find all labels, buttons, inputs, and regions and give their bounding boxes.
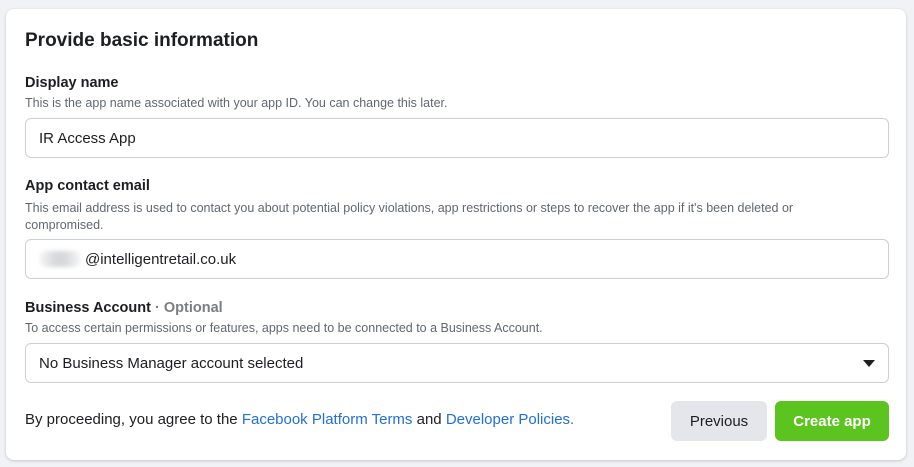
redacted-email-name — [39, 251, 81, 267]
platform-terms-link[interactable]: Facebook Platform Terms — [242, 411, 413, 428]
display-name-help: This is the app name associated with you… — [25, 96, 448, 110]
contact-email-domain: @intelligentretail.co.uk — [85, 250, 237, 268]
and-text: and — [412, 411, 446, 428]
contact-email-label: App contact email — [25, 178, 150, 194]
business-account-label: Business Account · Optional — [25, 300, 223, 316]
create-app-button[interactable]: Create app — [775, 401, 889, 441]
contact-email-input[interactable]: @intelligentretail.co.uk — [25, 239, 889, 279]
display-name-label: Display name — [25, 75, 119, 91]
contact-email-help: This email address is used to contact yo… — [25, 201, 794, 232]
previous-button[interactable]: Previous — [671, 401, 767, 441]
form-title: Provide basic information — [25, 30, 259, 51]
optional-tag: · Optional — [155, 300, 223, 316]
terms-agreement: By proceeding, you agree to the Facebook… — [25, 411, 574, 428]
caret-down-icon — [863, 359, 875, 367]
agree-prefix: By proceeding, you agree to the — [25, 411, 242, 428]
display-name-value: IR Access App — [39, 129, 136, 147]
business-account-selected: No Business Manager account selected — [39, 354, 304, 372]
developer-policies-link[interactable]: Developer Policies. — [446, 411, 574, 428]
basic-info-card: Provide basic information Display name T… — [6, 9, 906, 460]
business-account-help: To access certain permissions or feature… — [25, 321, 543, 335]
display-name-input[interactable]: IR Access App — [25, 118, 889, 158]
business-account-select[interactable]: No Business Manager account selected — [25, 343, 889, 383]
business-account-label-text: Business Account — [25, 300, 151, 316]
